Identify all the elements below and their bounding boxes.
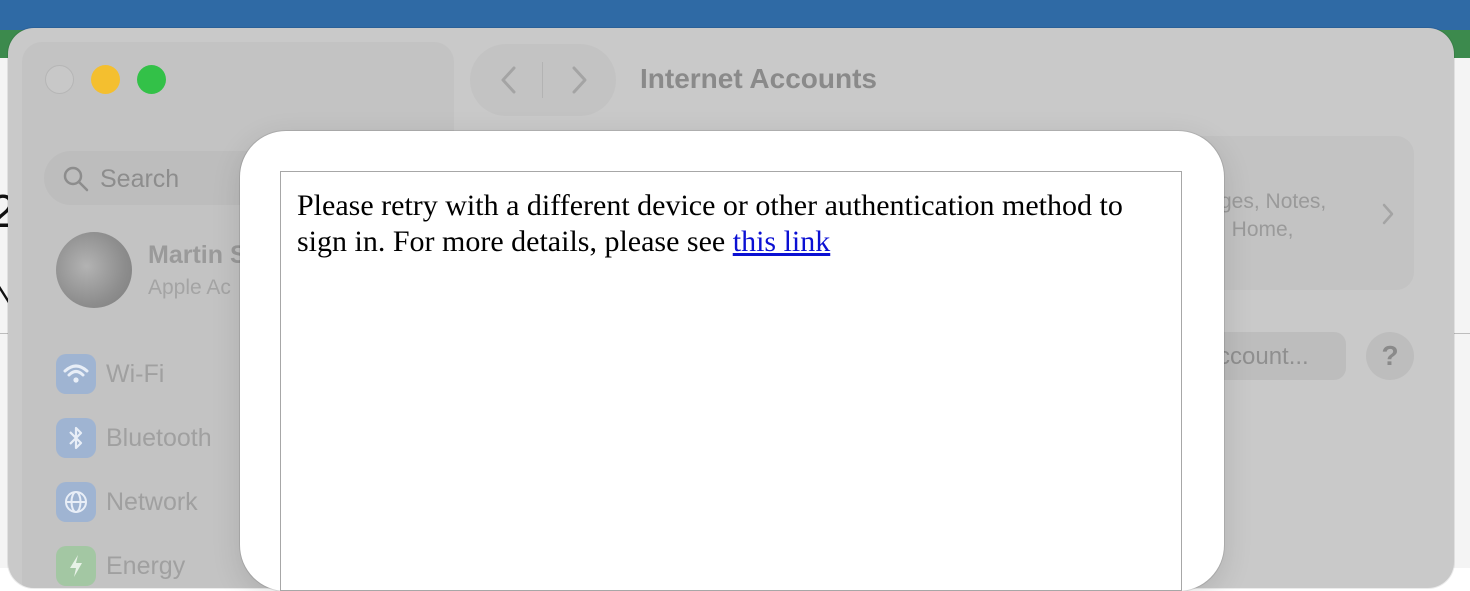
authentication-sheet: Please retry with a different device or … [240, 131, 1224, 591]
window-title: Internet Accounts [640, 63, 877, 94]
sidebar-item-label: Wi-Fi [106, 360, 165, 388]
error-message: Please retry with a different device or … [297, 188, 1167, 260]
back-button[interactable] [492, 62, 528, 98]
chevron-right-icon [572, 66, 587, 94]
navigation-separator [542, 62, 543, 98]
chevron-left-icon [501, 66, 516, 94]
energy-icon [56, 546, 96, 586]
bluetooth-icon [56, 418, 96, 458]
wifi-icon [56, 354, 96, 394]
sidebar-item-label: Energy [106, 552, 186, 580]
web-content-frame: Please retry with a different device or … [280, 171, 1182, 591]
navigation-controls [470, 44, 616, 116]
minimize-window-button[interactable] [91, 65, 120, 94]
account-services-text: ges, Notes, , Home, [1220, 188, 1326, 244]
forward-button[interactable] [560, 62, 596, 98]
avatar[interactable] [56, 232, 132, 308]
account-services-line: ges, Notes, [1220, 190, 1327, 213]
chevron-right-icon [1380, 202, 1396, 231]
add-account-label: ccount... [1218, 343, 1309, 370]
globe-icon [56, 482, 96, 522]
close-window-button[interactable] [45, 65, 74, 94]
zoom-window-button[interactable] [137, 65, 166, 94]
help-button[interactable]: ? [1366, 332, 1414, 380]
details-link[interactable]: this link [733, 225, 831, 258]
error-message-text: Please retry with a different device or … [297, 189, 1123, 258]
search-icon [62, 165, 90, 198]
account-services-line: , Home, [1220, 218, 1294, 241]
sidebar-item-label: Network [106, 488, 198, 516]
account-name[interactable]: Martin S [148, 241, 247, 270]
sidebar-item-label: Bluetooth [106, 424, 212, 452]
account-subtitle: Apple Ac [148, 276, 231, 299]
desktop-background [0, 0, 1470, 30]
search-placeholder: Search [100, 165, 180, 193]
